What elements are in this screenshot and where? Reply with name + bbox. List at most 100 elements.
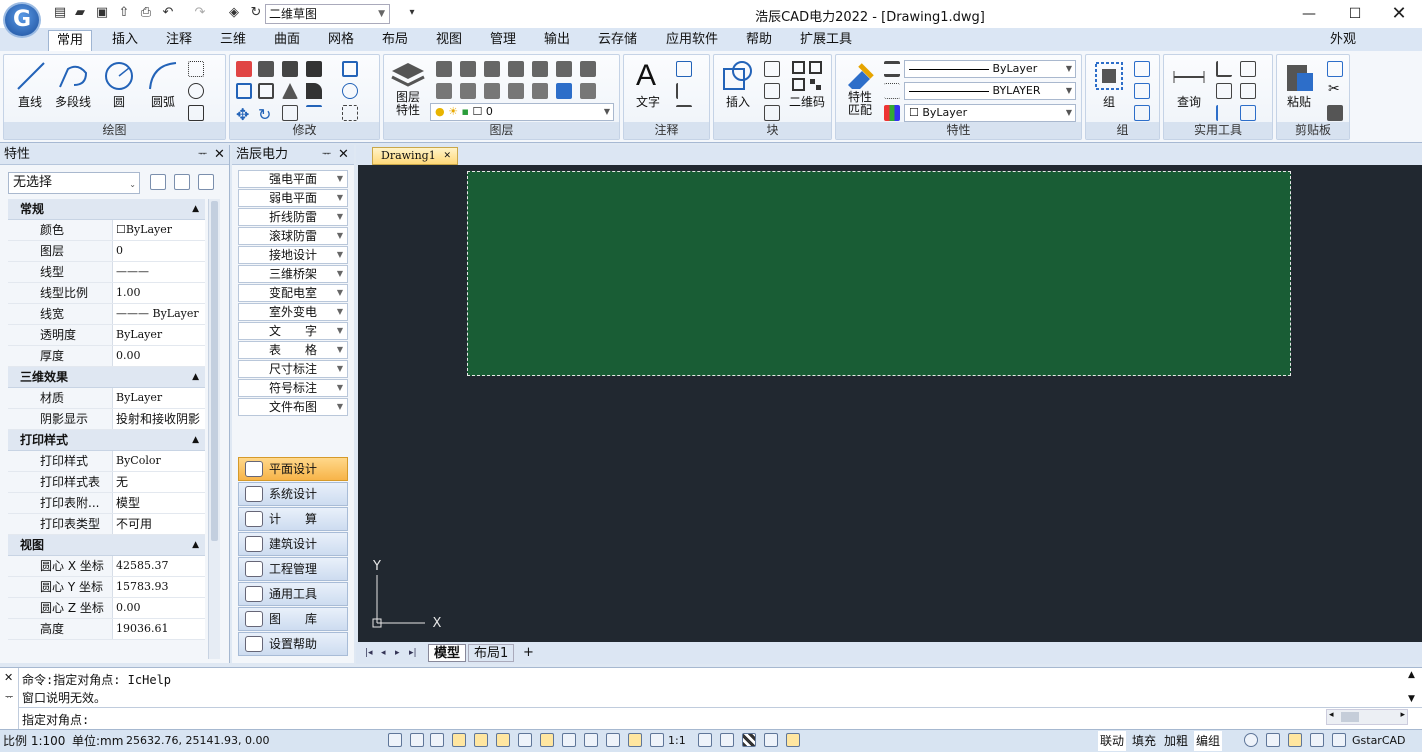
ungroup-icon[interactable] [1134,61,1150,77]
lineweight-toggle-icon[interactable] [562,733,576,747]
trim-icon[interactable] [282,83,298,99]
grid-display-icon[interactable] [410,733,424,747]
tab-surface[interactable]: 曲面 [266,30,308,52]
general-tools-button[interactable]: 通用工具 [238,582,348,606]
layer-dropdown[interactable]: ● ☀ ▪ ☐ 0 ▼ [430,103,614,121]
tab-model[interactable]: 模型 [428,644,467,662]
customize-qat-icon[interactable]: ▾ [404,5,420,21]
filter-icon[interactable] [1240,105,1256,121]
group-group-label[interactable]: 组 [1086,122,1159,139]
last-tab-icon[interactable]: ▸| [404,644,422,662]
fill-toggle[interactable]: 填充 [1132,731,1156,751]
prop-row[interactable]: 阴影显示 投射和接收阴影 [8,409,205,430]
cmd-hscrollbar[interactable]: ◂ ▸ [1326,709,1408,725]
tab-home[interactable]: 常用 [48,30,93,52]
print-icon[interactable]: ⎙ [138,5,154,21]
layer-icon-2[interactable] [460,61,476,77]
section-plot-style[interactable]: 打印样式 ▲ [8,430,205,451]
linetype-dropdown[interactable]: ByLayer ▼ [904,60,1076,78]
menu-outdoor-substation[interactable]: 室外变电 ▼ [238,303,348,321]
annotation-monitor-icon[interactable] [628,733,642,747]
layer-icon-8[interactable] [436,83,452,99]
prop-row[interactable]: 图层 0 [8,241,205,262]
tab-mesh[interactable]: 网格 [320,30,362,52]
section-view[interactable]: 视图 ▲ [8,535,205,556]
annotation-visibility-icon[interactable] [650,733,664,747]
polyline-button[interactable]: 多段线 [50,93,96,110]
isolate-objects-icon[interactable] [764,733,778,747]
lock-ui-icon[interactable] [1266,733,1280,747]
dynamic-input-icon[interactable] [540,733,554,747]
prop-row[interactable]: 打印表类型 不可用 [8,514,205,535]
layer-group-label[interactable]: 图层 [384,122,619,139]
selection-cycle-icon[interactable] [606,733,620,747]
layer-icon-7[interactable] [580,61,596,77]
select-objects-icon[interactable] [174,174,190,190]
save-icon[interactable]: ▣ [94,5,110,21]
erase-icon[interactable] [236,61,252,77]
unit-indicator[interactable]: 单位:mm [72,731,123,751]
lineweight-dropdown[interactable]: BYLAYER ▼ [904,82,1076,100]
attribute-icon[interactable] [764,105,780,121]
group-edit-icon[interactable] [1134,83,1150,99]
layer-icon-9[interactable] [460,83,476,99]
notification-icon[interactable] [1288,733,1302,747]
prop-row[interactable]: 颜色 ☐ByLayer [8,220,205,241]
table-icon[interactable] [676,61,692,77]
menu-dimension[interactable]: 尺寸标注 ▼ [238,360,348,378]
system-design-button[interactable]: 系统设计 [238,482,348,506]
text-button[interactable]: 文字 [630,93,666,110]
workspace-select[interactable]: 二维草图 ▼ [265,4,390,24]
plan-design-button[interactable]: 平面设计 [238,457,348,481]
open-file-icon[interactable]: ▰ [72,5,88,21]
osnap-icon[interactable] [474,733,488,747]
annotate-group-label[interactable]: 注释 [624,122,709,139]
layer-icon-6[interactable] [556,61,572,77]
annotation-scale[interactable]: 1:1 [668,731,686,751]
prop-row[interactable]: 透明度 ByLayer [8,325,205,346]
circle-button[interactable]: 圆 [104,93,134,110]
create-block-icon[interactable] [764,61,780,77]
menu-lightning-ball[interactable]: 滚球防雷 ▼ [238,227,348,245]
cmd-scroll-down-icon[interactable]: ▼ [1408,694,1415,704]
paste-button[interactable]: 粘贴 [1281,93,1317,110]
scroll-left-icon[interactable]: ◂ [1329,710,1334,720]
workspace-icon[interactable] [720,733,734,747]
cmd-scroll-up-icon[interactable]: ▲ [1408,670,1415,680]
clipboard-group-label[interactable]: 剪贴板 [1277,122,1349,139]
point-icon[interactable] [188,61,204,77]
undo-icon[interactable]: ↶ [160,5,176,21]
menu-substation-room[interactable]: 变配电室 ▼ [238,284,348,302]
cut-icon[interactable]: ✂ [1328,81,1340,97]
maximize-button[interactable]: ☐ [1332,2,1378,26]
next-tab-icon[interactable]: ▸ [390,644,405,662]
explode-icon[interactable] [342,83,358,99]
properties-scrollbar[interactable] [208,199,220,659]
layer-icon-1[interactable] [436,61,452,77]
utilities-group-label[interactable]: 实用工具 [1164,122,1272,139]
layer-icon-14[interactable] [580,83,596,99]
bold-toggle[interactable]: 加粗 [1164,731,1188,751]
layer-icon-12[interactable] [532,83,548,99]
dimension-icon[interactable] [676,105,692,121]
prop-row[interactable]: 线型比例 1.00 [8,283,205,304]
leader-icon[interactable] [676,83,692,99]
prop-row[interactable]: 打印样式表无 [8,472,205,493]
qrcode-button[interactable]: 二维码 [784,93,830,110]
minimize-button[interactable]: — [1286,2,1332,26]
close-panel-icon[interactable]: ✕ [214,145,225,165]
pin-cmd-icon[interactable]: ᅲ [5,690,13,703]
settings-gear-icon[interactable] [1244,733,1258,747]
section-3d-effects[interactable]: 三维效果 ▲ [8,367,205,388]
arc-button[interactable]: 圆弧 [142,93,184,110]
tray-settings-icon[interactable] [1310,733,1324,747]
match-properties-button[interactable]: 特性 匹配 [842,91,878,117]
layer-icon-5[interactable] [532,61,548,77]
tab-cloud[interactable]: 云存储 [590,30,645,52]
first-tab-icon[interactable]: |◂ [360,644,378,662]
hardware-accel-icon[interactable] [742,733,756,747]
prop-row[interactable]: 高度 19036.61 [8,619,205,640]
color-dropdown[interactable]: ☐ ByLayer ▼ [904,104,1076,122]
tab-3d[interactable]: 三维 [212,30,254,52]
app-logo-icon[interactable]: G [3,2,41,38]
